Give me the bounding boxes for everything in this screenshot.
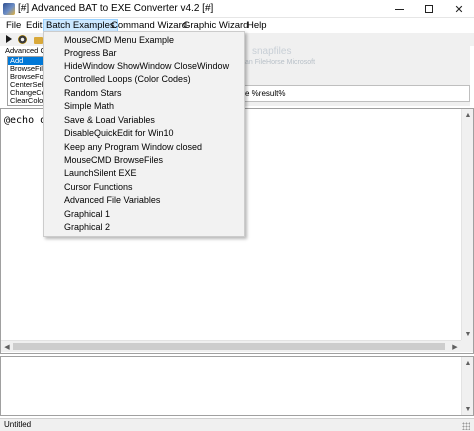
watermark: snapfiles <box>252 46 292 57</box>
editor-vertical-scrollbar[interactable]: ▲ ▼ <box>461 109 473 340</box>
scroll-down-icon[interactable]: ▼ <box>462 328 474 340</box>
title-bar: [#] Advanced BAT to EXE Converter v4.2 [… <box>0 0 474 18</box>
menu-item-save-load-variables[interactable]: Save & Load Variables <box>64 114 155 127</box>
menu-item-graphical-2[interactable]: Graphical 2 <box>64 221 110 234</box>
menu-item-graphical-1[interactable]: Graphical 1 <box>64 208 110 221</box>
list-item[interactable]: BrowseFolder <box>8 73 46 81</box>
menu-item-simple-math[interactable]: Simple Math <box>64 100 114 113</box>
play-icon[interactable] <box>6 35 12 43</box>
minimize-icon <box>394 8 404 10</box>
menu-item-keep-window-closed[interactable]: Keep any Program Window closed <box>64 141 202 154</box>
list-item[interactable]: ChangeColor <box>8 89 46 97</box>
menu-item-mousecmd-browsefiles[interactable]: MouseCMD BrowseFiles <box>64 154 163 167</box>
command-syntax-field[interactable]: e %result% <box>244 85 470 102</box>
menu-item-disablequickedit[interactable]: DisableQuickEdit for Win10 <box>64 127 174 140</box>
app-icon <box>3 3 15 15</box>
scroll-thumb[interactable] <box>13 343 445 350</box>
advanced-commands-label: Advanced C <box>5 46 45 55</box>
gear-icon[interactable] <box>18 35 27 44</box>
list-item[interactable]: ClearColor <box>8 97 46 105</box>
window-title: [#] Advanced BAT to EXE Converter v4.2 [… <box>18 3 214 14</box>
minimize-button[interactable] <box>384 0 414 18</box>
batch-examples-menu: MouseCMD Menu Example Progress Bar HideW… <box>43 31 245 237</box>
scroll-up-icon[interactable]: ▲ <box>462 357 474 369</box>
close-button[interactable]: ✕ <box>444 0 474 18</box>
scroll-right-icon[interactable]: ▶ <box>449 341 461 353</box>
list-item[interactable]: Add <box>8 57 46 65</box>
menu-item-progress-bar[interactable]: Progress Bar <box>64 47 117 60</box>
menu-item-mousecmd-menu-example[interactable]: MouseCMD Menu Example <box>64 34 174 47</box>
status-filename: Untitled <box>4 420 32 429</box>
scroll-up-icon[interactable]: ▲ <box>462 109 474 121</box>
menu-help[interactable]: Help <box>244 19 270 32</box>
list-item[interactable]: BrowseFiles <box>8 65 46 73</box>
command-syntax-text: e %result% <box>245 89 286 98</box>
maximize-icon <box>425 5 433 13</box>
menu-item-launchsilent-exe[interactable]: LaunchSilent EXE <box>64 167 137 180</box>
output-box[interactable] <box>0 356 474 416</box>
command-info-panel: snapfiles an FileHorse Microsoft e %resu… <box>244 46 470 106</box>
resize-grip-icon[interactable] <box>462 422 470 430</box>
menu-item-advanced-file-variables[interactable]: Advanced File Variables <box>64 194 160 207</box>
output-vertical-scrollbar[interactable]: ▲ ▼ <box>461 357 473 415</box>
folder-icon[interactable] <box>34 37 43 44</box>
watermark-subtitle: an FileHorse Microsoft <box>245 59 316 66</box>
scroll-down-icon[interactable]: ▼ <box>462 403 474 415</box>
status-bar: Untitled <box>0 418 474 431</box>
menu-item-random-stars[interactable]: Random Stars <box>64 87 122 100</box>
menu-item-cursor-functions[interactable]: Cursor Functions <box>64 181 133 194</box>
menu-file[interactable]: File <box>3 19 24 32</box>
editor-horizontal-scrollbar[interactable]: ◀ ▶ <box>1 340 461 352</box>
menu-item-hidewindow[interactable]: HideWindow ShowWindow CloseWindow <box>64 60 229 73</box>
maximize-button[interactable] <box>414 0 444 18</box>
close-icon: ✕ <box>454 3 464 16</box>
list-item[interactable]: CenterSelf <box>8 81 46 89</box>
editor-content: @echo o <box>4 115 47 126</box>
scrollbar-corner <box>461 340 473 352</box>
scroll-left-icon[interactable]: ◀ <box>1 341 13 353</box>
advanced-commands-panel: Advanced C Add BrowseFiles BrowseFolder … <box>5 46 47 106</box>
menu-item-controlled-loops[interactable]: Controlled Loops (Color Codes) <box>64 73 191 86</box>
advanced-commands-list[interactable]: Add BrowseFiles BrowseFolder CenterSelf … <box>7 56 47 106</box>
